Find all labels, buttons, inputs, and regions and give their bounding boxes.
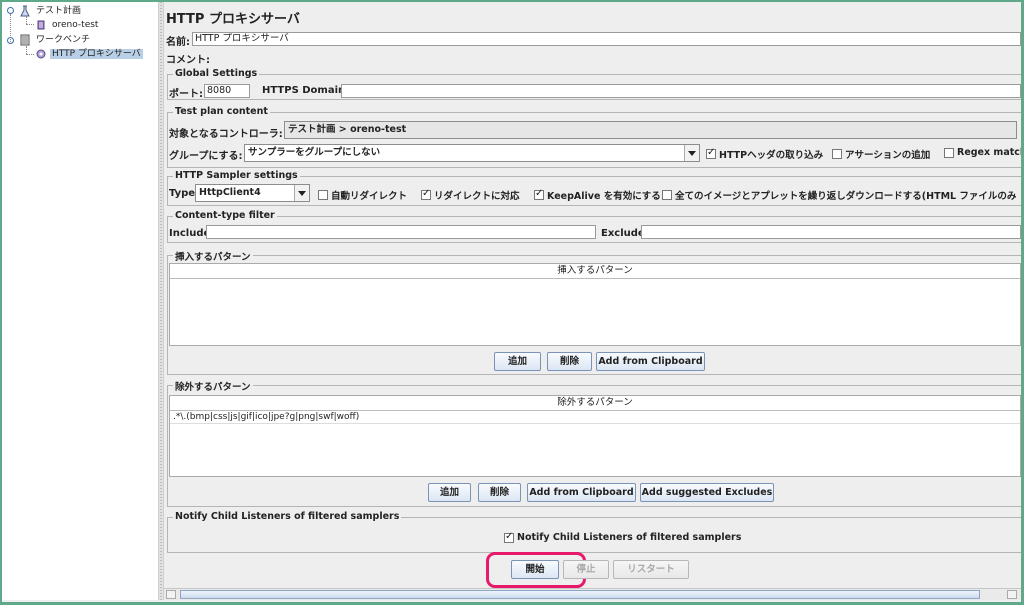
tree-item-test-plan[interactable]: テスト計画: [19, 4, 83, 18]
group-title: Test plan content: [173, 106, 270, 117]
chevron-down-icon[interactable]: [294, 185, 309, 201]
restart-button[interactable]: リスタート: [613, 560, 689, 579]
checkbox-label: 自動リダイレクト: [331, 191, 408, 202]
capture-headers-checkbox[interactable]: HTTPヘッダの取り込み: [706, 147, 823, 161]
exclude-delete-button[interactable]: 削除: [478, 483, 521, 502]
include-patterns-table[interactable]: 挿入するパターン: [169, 263, 1021, 346]
checkbox-label: 全てのイメージとアプレットを繰り返しダウンロードする(HTML ファイルのみ: [675, 191, 1017, 202]
regex-matching-checkbox[interactable]: Regex matchi: [944, 147, 1021, 158]
checkbox-label: Notify Child Listeners of filtered sampl…: [517, 532, 742, 543]
notify-child-listeners-checkbox[interactable]: Notify Child Listeners of filtered sampl…: [504, 531, 742, 543]
sampler-type-select[interactable]: HttpClient4: [195, 184, 310, 202]
exclude-field[interactable]: [641, 225, 1021, 239]
app-window: テスト計画 oreno-test ワークベンチ HTTP プロキシサーバ HTT…: [2, 2, 1021, 602]
checkbox-checked-icon[interactable]: [706, 147, 716, 159]
name-label: 名前:: [166, 37, 190, 48]
checkbox-icon[interactable]: [832, 149, 842, 159]
chevron-down-icon[interactable]: [684, 145, 699, 161]
sampler-type-value: HttpClient4: [199, 187, 261, 198]
controller-label: 対象となるコントローラ:: [169, 129, 283, 140]
column-header: 除外するパターン: [170, 396, 1020, 411]
include-field[interactable]: [206, 225, 596, 239]
table-row[interactable]: .*\.(bmp|css|js|gif|ico|jpe?g|png|swf|wo…: [170, 411, 1020, 424]
thread-group-icon: [37, 20, 45, 30]
tree-line: [26, 54, 34, 55]
add-suggested-excludes-button[interactable]: Add suggested Excludes: [640, 483, 774, 502]
main-panel: HTTP プロキシサーバ 名前: HTTP プロキシサーバ コメント: Glob…: [164, 2, 1021, 600]
tree-item-label: ワークベンチ: [36, 35, 91, 45]
checkbox-label: HTTPヘッダの取り込み: [719, 150, 824, 161]
start-button[interactable]: 開始: [511, 560, 559, 579]
group-title: HTTP Sampler settings: [173, 170, 300, 181]
tree-item-workbench[interactable]: ワークベンチ: [19, 33, 92, 47]
scrollbar-thumb[interactable]: [180, 590, 980, 599]
exclude-add-button[interactable]: 追加: [428, 483, 471, 502]
checkbox-label: KeepAlive を有効にする: [547, 191, 661, 202]
checkbox-icon[interactable]: [662, 190, 672, 200]
scroll-left-icon[interactable]: [166, 590, 176, 599]
group-title: Notify Child Listeners of filtered sampl…: [173, 511, 402, 522]
tree-line: [26, 46, 27, 54]
checkbox-checked-icon[interactable]: [534, 188, 544, 200]
expand-toggle-icon[interactable]: [7, 37, 14, 44]
page-title: HTTP プロキシサーバ: [166, 12, 300, 27]
exclude-add-from-clipboard-button[interactable]: Add from Clipboard: [527, 483, 636, 502]
port-field[interactable]: 8080: [204, 84, 250, 98]
tree-item-label: HTTP プロキシサーバ: [50, 49, 143, 59]
group-title: Global Settings: [173, 68, 260, 79]
tree-item-label: oreno-test: [52, 20, 99, 30]
grouping-label: グループにする:: [169, 151, 243, 162]
tree-item-http-proxy[interactable]: HTTP プロキシサーバ: [35, 47, 143, 61]
horizontal-scrollbar[interactable]: [164, 588, 1021, 600]
checkbox-icon[interactable]: [944, 147, 954, 158]
group-title: 挿入するパターン: [173, 249, 253, 263]
https-domains-field[interactable]: [341, 84, 1021, 98]
tree-panel: テスト計画 oreno-test ワークベンチ HTTP プロキシサーバ: [2, 2, 159, 600]
download-embedded-checkbox[interactable]: 全てのイメージとアプレットを繰り返しダウンロードする(HTML ファイルのみ: [662, 188, 1021, 202]
checkbox-label: Regex matchi: [957, 147, 1021, 158]
checkbox-label: リダイレクトに対応: [434, 191, 520, 202]
checkbox-label: アサーションの追加: [845, 150, 931, 161]
name-field[interactable]: HTTP プロキシサーバ: [192, 32, 1021, 46]
grouping-value: サンプラーをグループにしない: [248, 147, 381, 158]
flask-icon: [20, 5, 30, 17]
proxy-gear-icon: [36, 49, 46, 59]
checkbox-checked-icon[interactable]: [421, 188, 431, 200]
include-add-button[interactable]: 追加: [494, 352, 541, 371]
checkbox-icon[interactable]: [318, 190, 328, 200]
group-title: 除外するパターン: [173, 379, 253, 393]
tree-item-label: テスト計画: [36, 6, 82, 16]
workbench-icon: [20, 34, 30, 46]
stop-button[interactable]: 停止: [563, 560, 609, 579]
tree-line: [26, 16, 27, 24]
grouping-select[interactable]: サンプラーをグループにしない: [244, 144, 700, 162]
auto-redirect-checkbox[interactable]: 自動リダイレクト: [318, 188, 407, 202]
add-assertions-checkbox[interactable]: アサーションの追加: [832, 147, 930, 161]
expand-toggle-icon[interactable]: [7, 7, 14, 14]
group-title: Content-type filter: [173, 210, 277, 221]
comment-label: コメント:: [166, 55, 210, 66]
comment-field[interactable]: [212, 50, 1021, 64]
include-add-from-clipboard-button[interactable]: Add from Clipboard: [596, 352, 705, 371]
include-delete-button[interactable]: 削除: [547, 352, 592, 371]
tree-line: [26, 24, 34, 25]
checkbox-checked-icon[interactable]: [504, 531, 514, 543]
keepalive-checkbox[interactable]: KeepAlive を有効にする: [534, 188, 661, 202]
follow-redirects-checkbox[interactable]: リダイレクトに対応: [421, 188, 520, 202]
column-header: 挿入するパターン: [170, 264, 1020, 279]
target-controller-select[interactable]: テスト計画 > oreno-test: [284, 121, 1017, 139]
port-label: ポート:: [169, 89, 203, 100]
scroll-right-icon[interactable]: [1007, 590, 1017, 599]
tree-item-oreno-test[interactable]: oreno-test: [35, 18, 100, 32]
exclude-patterns-table[interactable]: 除外するパターン .*\.(bmp|css|js|gif|ico|jpe?g|p…: [169, 395, 1021, 477]
